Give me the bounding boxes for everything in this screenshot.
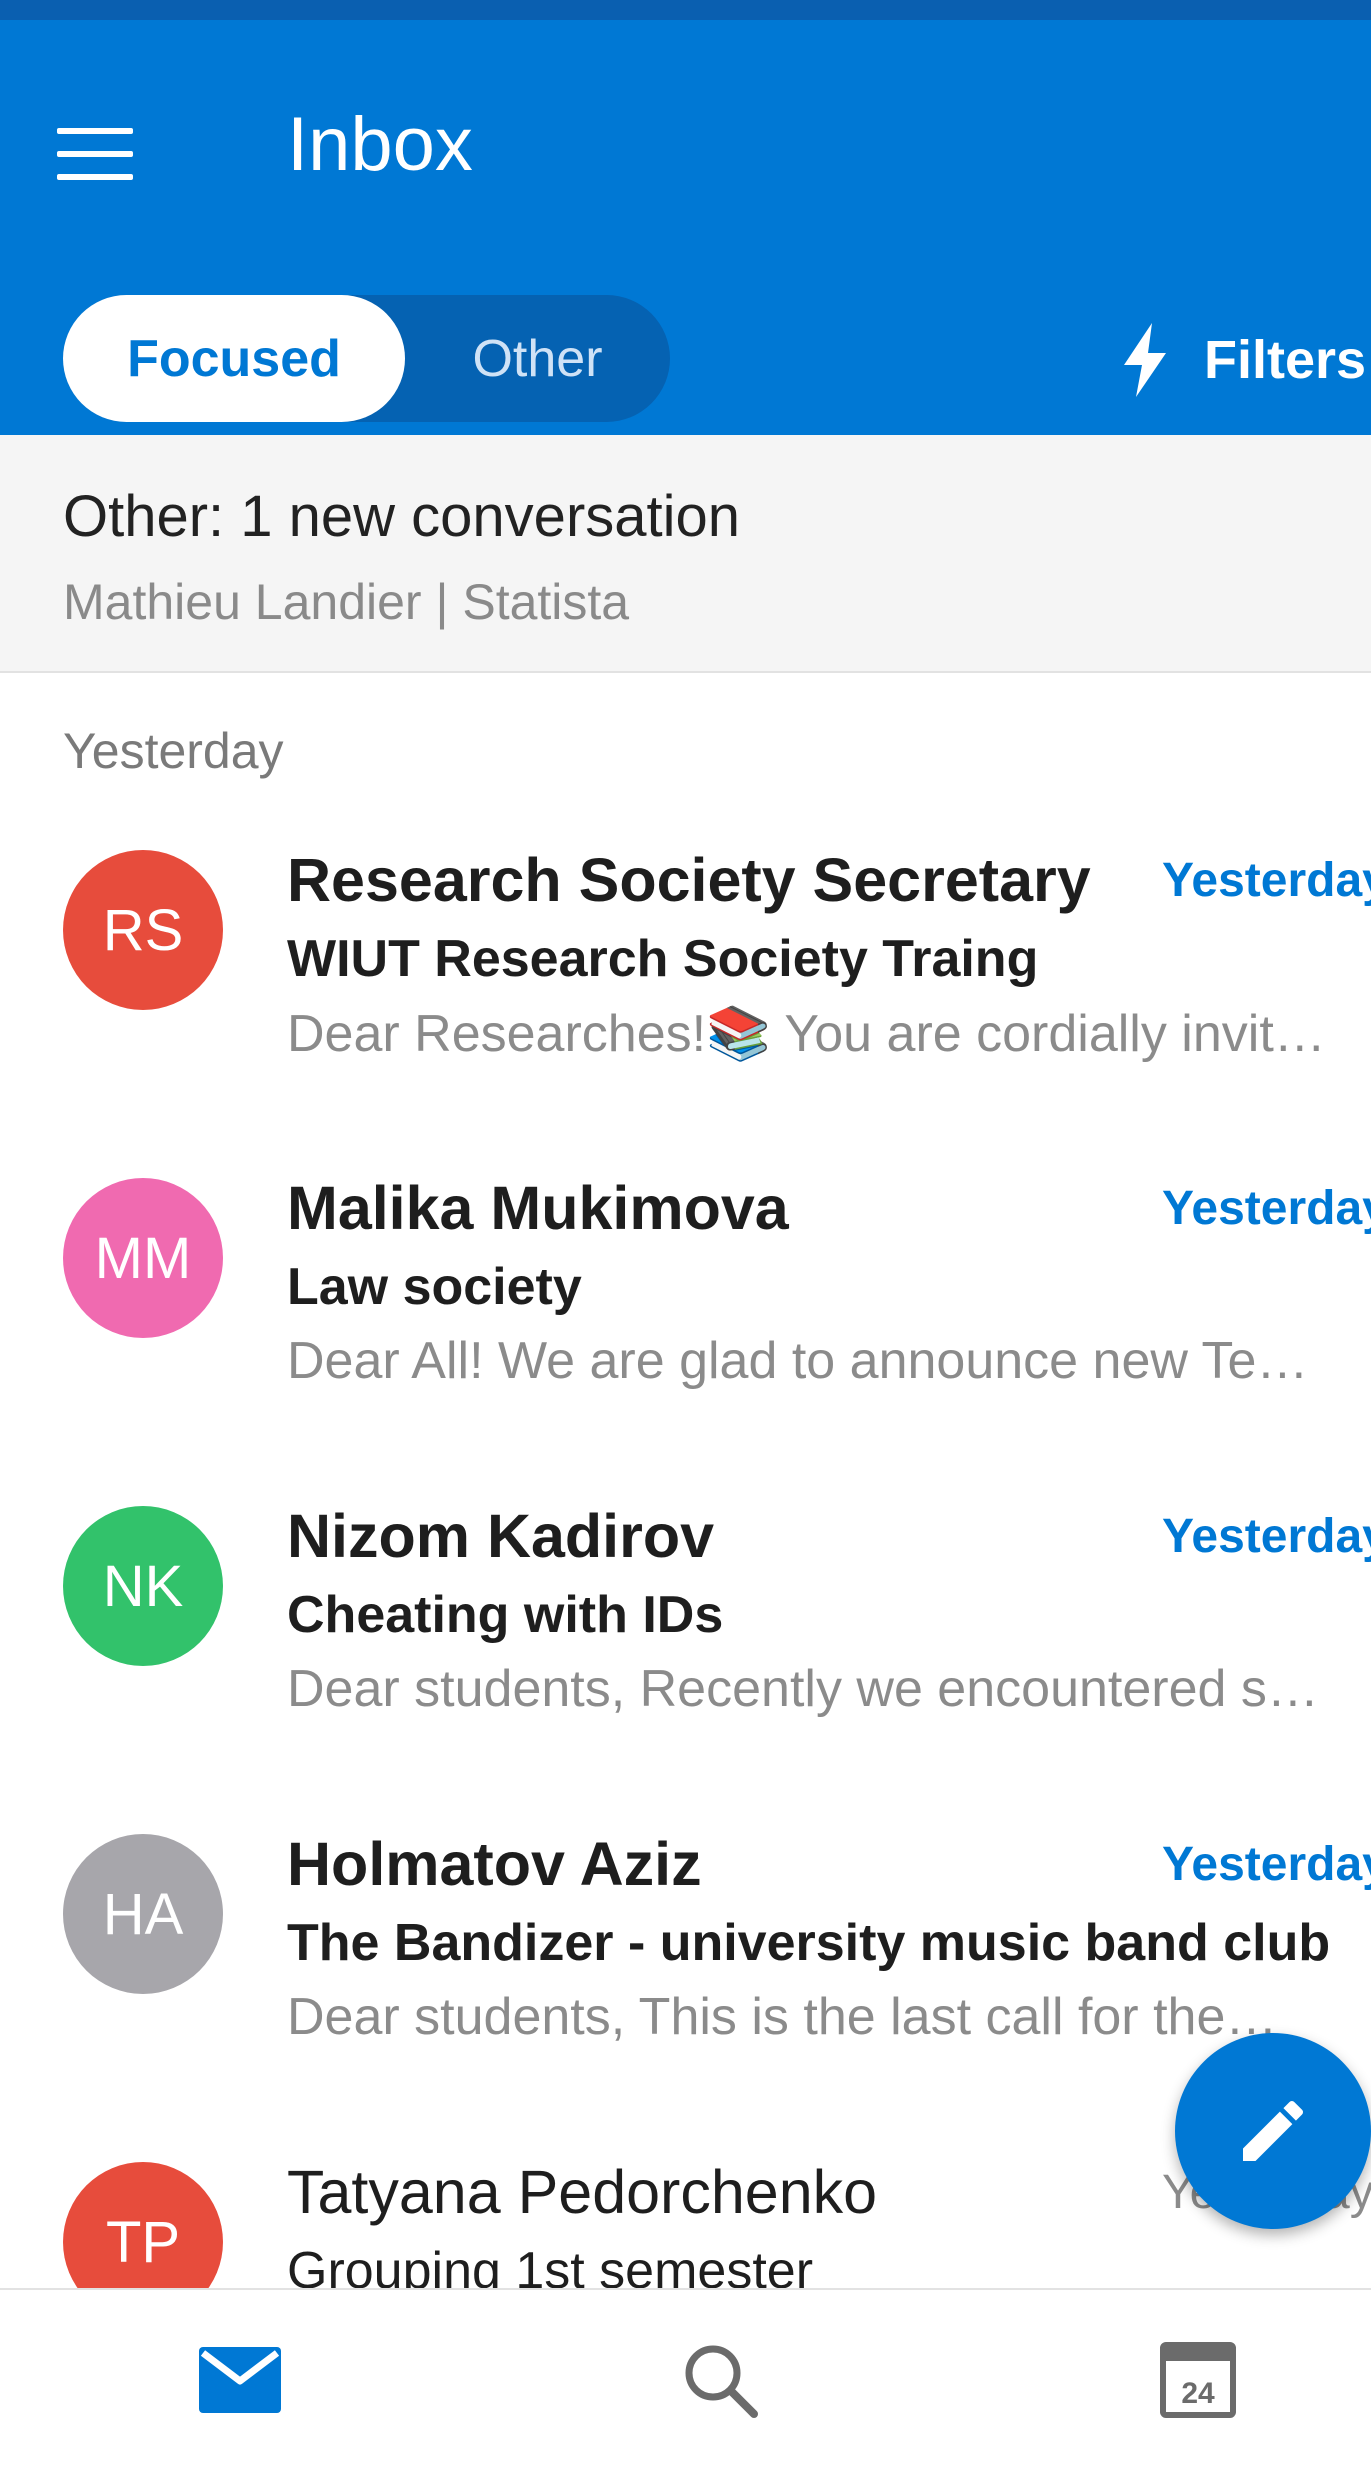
- message-subject: Grouping 1st semester: [287, 2242, 814, 2288]
- avatar: MM: [63, 1178, 223, 1338]
- message-time: Yesterday: [1162, 1838, 1371, 1891]
- avatar: TP: [63, 2162, 223, 2288]
- message-sender: Malika Mukimova: [287, 1174, 789, 1242]
- message-subject: Law society: [287, 1258, 582, 1316]
- message-list-item[interactable]: MM Malika Mukimova Yesterday Law society…: [0, 1133, 1371, 1463]
- message-preview: Dear All! We are glad to announce new Te…: [287, 1332, 1309, 1390]
- page-title: Inbox: [287, 102, 473, 187]
- filters-label: Filters: [1204, 330, 1367, 390]
- inbox-tab-switch: Focused Other: [63, 295, 670, 422]
- other-inbox-banner[interactable]: Other: 1 new conversation Mathieu Landie…: [0, 435, 1371, 673]
- calendar-icon: 24: [1160, 2342, 1236, 2418]
- tab-other[interactable]: Other: [405, 295, 670, 422]
- avatar: RS: [63, 850, 223, 1010]
- message-list-item[interactable]: NK Nizom Kadirov Yesterday Cheating with…: [0, 1461, 1371, 1791]
- message-preview: Dear students, Recently we encountered s…: [287, 1660, 1319, 1718]
- message-list-item[interactable]: RS Research Society Secretary Yesterday …: [0, 805, 1371, 1135]
- filters-button[interactable]: Filters: [1122, 320, 1366, 400]
- app-header: Inbox Focused Other Filters: [0, 20, 1371, 435]
- message-sender: Tatyana Pedorchenko: [287, 2158, 878, 2226]
- bottom-navigation: 24: [0, 2288, 1371, 2485]
- message-list-item[interactable]: TP Tatyana Pedorchenko Yesterday Groupin…: [0, 2117, 1371, 2288]
- banner-senders: Mathieu Landier | Statista: [63, 574, 630, 630]
- pencil-icon: [1243, 2100, 1304, 2161]
- status-bar: [0, 0, 1371, 20]
- message-preview: Dear Researches!📚 You are cordially invi…: [287, 1005, 1326, 1063]
- calendar-day-label: 24: [1181, 2377, 1215, 2410]
- banner-title: Other: 1 new conversation: [63, 484, 741, 549]
- avatar: NK: [63, 1506, 223, 1666]
- message-time: Yesterday: [1162, 1182, 1371, 1235]
- search-icon: [685, 2345, 758, 2418]
- nav-calendar[interactable]: 24: [1128, 2320, 1268, 2440]
- compose-button[interactable]: [1175, 2033, 1371, 2229]
- nav-search[interactable]: [650, 2320, 790, 2440]
- message-time: Yesterday: [1162, 854, 1371, 907]
- message-subject: Cheating with IDs: [287, 1586, 724, 1644]
- message-list-item[interactable]: HA Holmatov Aziz Yesterday The Bandizer …: [0, 1789, 1371, 2119]
- message-subject: WIUT Research Society Traing: [287, 930, 1039, 988]
- avatar: HA: [63, 1834, 223, 1994]
- menu-icon[interactable]: [57, 128, 133, 180]
- mail-icon: [199, 2347, 281, 2413]
- message-sender: Nizom Kadirov: [287, 1502, 715, 1570]
- section-header: Yesterday: [63, 723, 284, 779]
- message-time: Yesterday: [1162, 1510, 1371, 1563]
- message-sender: Holmatov Aziz: [287, 1830, 702, 1898]
- lightning-icon: [1124, 323, 1166, 397]
- message-sender: Research Society Secretary: [287, 846, 1091, 914]
- nav-mail[interactable]: [170, 2320, 310, 2440]
- message-preview: Dear students, This is the last call for…: [287, 1988, 1278, 2046]
- tab-focused[interactable]: Focused: [63, 295, 405, 422]
- message-subject: The Bandizer - university music band clu…: [287, 1914, 1331, 1972]
